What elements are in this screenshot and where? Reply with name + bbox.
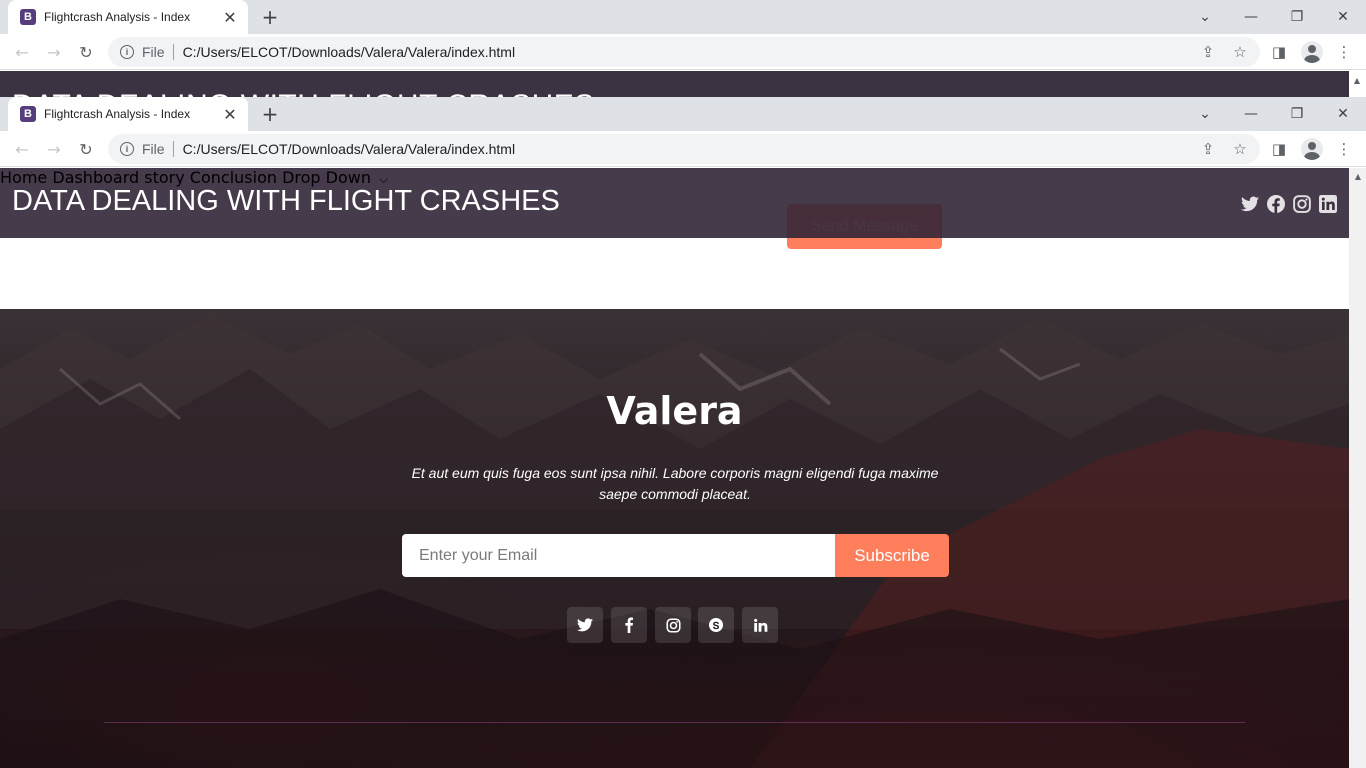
minimize-icon[interactable]: —: [1228, 0, 1274, 34]
active-tab[interactable]: B Flightcrash Analysis - Index ✕: [8, 97, 248, 131]
bookmark-star-icon[interactable]: ☆: [1228, 137, 1252, 161]
footer-divider: [104, 722, 1245, 723]
close-icon[interactable]: ✕: [222, 105, 238, 124]
share-icon[interactable]: ⇪: [1196, 40, 1220, 64]
restore-icon[interactable]: ❐: [1274, 97, 1320, 131]
page-viewport: Send Message DATA DEALING WITH FLIGHT CR…: [0, 168, 1349, 768]
footer-tagline: Et aut eum quis fuga eos sunt ipsa nihil…: [405, 463, 945, 505]
back-toolbar: ← → ↻ i File C:/Users/ELCOT/Downloads/Va…: [0, 34, 1366, 70]
bootstrap-favicon-icon: B: [20, 9, 36, 25]
twitter-icon[interactable]: [1241, 195, 1259, 213]
forward-arrow-icon[interactable]: →: [42, 40, 66, 64]
back-tab-title: Flightcrash Analysis - Index: [44, 10, 191, 24]
share-icon[interactable]: ⇪: [1196, 137, 1220, 161]
reload-icon[interactable]: ↻: [74, 137, 98, 161]
email-input[interactable]: [402, 534, 835, 577]
footer-linkedin-icon[interactable]: [742, 607, 778, 643]
window-close-icon[interactable]: ✕: [1320, 97, 1366, 131]
info-icon[interactable]: i: [120, 45, 134, 59]
side-panel-icon[interactable]: ◨: [1267, 137, 1291, 161]
reload-icon[interactable]: ↻: [74, 40, 98, 64]
window-close-icon[interactable]: ✕: [1320, 0, 1366, 34]
tab-title: Flightcrash Analysis - Index: [44, 107, 191, 121]
subscribe-button[interactable]: Subscribe: [835, 534, 949, 577]
tab-search-chevron-icon[interactable]: ⌄: [1182, 0, 1228, 34]
profile-icon[interactable]: [1300, 137, 1324, 161]
url-text[interactable]: C:/Users/ELCOT/Downloads/Valera/Valera/i…: [183, 141, 516, 157]
instagram-icon[interactable]: [1293, 195, 1311, 213]
menu-dots-icon[interactable]: ⋮: [1332, 137, 1356, 161]
address-bar[interactable]: i File C:/Users/ELCOT/Downloads/Valera/V…: [108, 134, 1260, 164]
close-icon[interactable]: ✕: [222, 8, 238, 27]
back-page-header-strip: DATA DEALING WITH FLIGHT CRASHES: [0, 71, 1349, 97]
forward-arrow-icon[interactable]: →: [42, 137, 66, 161]
new-tab-plus-icon[interactable]: +: [258, 102, 282, 126]
file-label: File: [142, 44, 174, 60]
site-logo[interactable]: DATA DEALING WITH FLIGHT CRASHES: [12, 185, 560, 218]
site-header: DATA DEALING WITH FLIGHT CRASHES Home Da…: [0, 168, 1349, 238]
footer-instagram-icon[interactable]: [655, 607, 691, 643]
facebook-icon[interactable]: [1267, 195, 1285, 213]
page-scrollbar[interactable]: ▲: [1349, 168, 1366, 768]
tab-search-chevron-icon[interactable]: ⌄: [1182, 97, 1228, 131]
back-page-title: DATA DEALING WITH FLIGHT CRASHES: [12, 89, 595, 97]
tagline-line-1: Et aut eum quis fuga eos sunt ipsa nihil…: [411, 465, 939, 481]
back-tab[interactable]: B Flightcrash Analysis - Index ✕: [8, 0, 248, 34]
file-label: File: [142, 141, 174, 157]
restore-icon[interactable]: ❐: [1274, 0, 1320, 34]
chevron-down-icon: ⌵: [379, 172, 389, 186]
scroll-up-icon[interactable]: ▲: [1353, 172, 1363, 181]
footer-twitter-icon[interactable]: [567, 607, 603, 643]
tagline-line-2: saepe commodi placeat.: [599, 486, 751, 502]
info-icon[interactable]: i: [120, 142, 134, 156]
back-scroll-up-icon[interactable]: ▲: [1352, 76, 1362, 85]
address-bar[interactable]: i File C:/Users/ELCOT/Downloads/Valera/V…: [108, 37, 1260, 67]
menu-dots-icon[interactable]: ⋮: [1332, 40, 1356, 64]
side-panel-icon[interactable]: ◨: [1267, 40, 1291, 64]
back-arrow-icon[interactable]: ←: [10, 137, 34, 161]
bootstrap-favicon-icon: B: [20, 106, 36, 122]
footer-brand: Valera: [606, 389, 743, 433]
new-tab-plus-icon[interactable]: +: [258, 5, 282, 29]
minimize-icon[interactable]: —: [1228, 97, 1274, 131]
footer-hero: Valera Et aut eum quis fuga eos sunt ips…: [0, 309, 1349, 768]
profile-icon[interactable]: [1300, 40, 1324, 64]
toolbar: ← → ↻ i File C:/Users/ELCOT/Downloads/Va…: [0, 131, 1366, 167]
bookmark-star-icon[interactable]: ☆: [1228, 40, 1252, 64]
footer-skype-icon[interactable]: [698, 607, 734, 643]
footer-facebook-icon[interactable]: [611, 607, 647, 643]
tab-strip: B Flightcrash Analysis - Index ✕ + ⌄ — ❐…: [0, 97, 1366, 131]
front-browser-window: B Flightcrash Analysis - Index ✕ + ⌄ — ❐…: [0, 97, 1366, 167]
linkedin-icon[interactable]: [1319, 195, 1337, 213]
back-arrow-icon[interactable]: ←: [10, 40, 34, 64]
back-tab-strip: B Flightcrash Analysis - Index ✕ + ⌄ — ❐…: [0, 0, 1366, 34]
back-browser-window: B Flightcrash Analysis - Index ✕ + ⌄ — ❐…: [0, 0, 1366, 70]
url-text[interactable]: C:/Users/ELCOT/Downloads/Valera/Valera/i…: [183, 44, 516, 60]
